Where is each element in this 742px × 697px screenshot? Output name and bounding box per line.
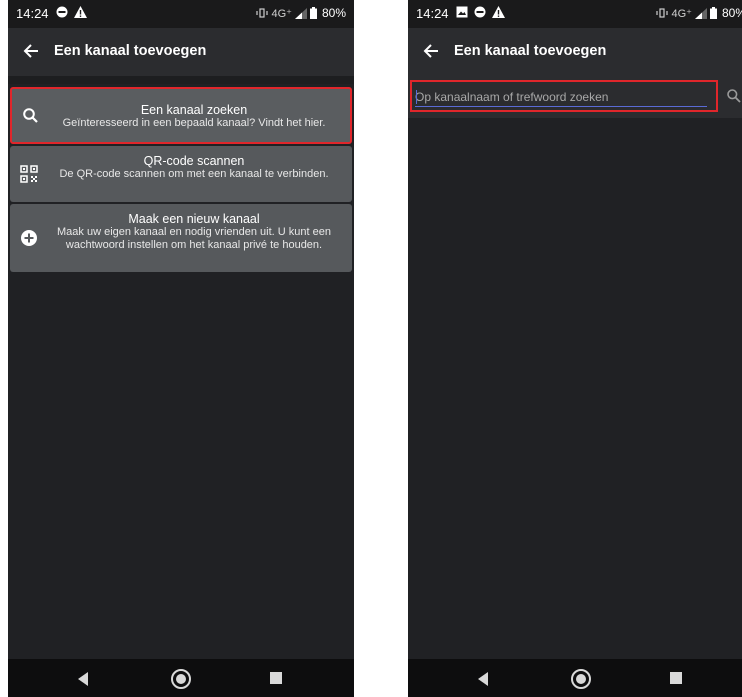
signal-icon (294, 7, 307, 19)
network-type: 4G⁺ (271, 7, 292, 20)
search-icon (23, 108, 38, 123)
search-input[interactable] (415, 88, 707, 107)
card-description: De QR-code scannen om met een kanaal te … (59, 168, 329, 180)
card-title: Een kanaal zoeken (140, 103, 248, 117)
vibrate-icon (656, 8, 669, 18)
page-title: Een kanaal toevoegen (454, 43, 607, 59)
status-time: 14:24 (416, 6, 449, 21)
nav-recents-icon[interactable] (270, 672, 282, 684)
network-type: 4G⁺ (671, 7, 692, 20)
battery-icon (709, 7, 717, 19)
battery-level: 80% (721, 6, 742, 20)
app-bar: Een kanaal toevoegen (8, 28, 354, 76)
system-nav-bar (8, 659, 354, 697)
warning-icon (74, 6, 87, 18)
app-bar: Een kanaal toevoegen (408, 28, 742, 76)
vibrate-icon (256, 8, 269, 18)
search-field-container (410, 80, 718, 112)
back-arrow-icon[interactable] (422, 42, 440, 60)
battery-level: 80% (321, 6, 346, 20)
status-time: 14:24 (16, 6, 49, 21)
card-title: QR-code scannen (143, 154, 245, 168)
system-nav-bar (408, 659, 742, 697)
card-description: Geïnteresseerd in een bepaald kanaal? Vi… (62, 117, 326, 129)
battery-icon (309, 7, 317, 19)
back-arrow-icon[interactable] (22, 42, 40, 60)
nav-back-icon[interactable] (478, 672, 488, 686)
phone-screen-left: 14:24 4G⁺ 80% Een kanaal toevoegen Een k… (8, 0, 354, 697)
image-notification-icon (456, 6, 468, 18)
text-cursor (416, 90, 417, 104)
card-title: Maak een nieuw kanaal (128, 212, 260, 226)
search-channel-card[interactable]: Een kanaal zoeken Geïnteresseerd in een … (10, 87, 352, 144)
do-not-disturb-icon (56, 6, 68, 18)
create-channel-card[interactable]: Maak een nieuw kanaal Maak uw eigen kana… (10, 204, 352, 272)
nav-home-icon[interactable] (571, 669, 591, 689)
status-bar: 14:24 4G⁺ 80% (8, 0, 354, 28)
card-description: Maak uw eigen kanaal en nodig vrienden u… (57, 226, 331, 251)
status-bar: 14:24 4G⁺ 80% (408, 0, 742, 28)
page-title: Een kanaal toevoegen (54, 43, 207, 59)
warning-icon (492, 6, 505, 18)
nav-recents-icon[interactable] (670, 672, 682, 684)
nav-back-icon[interactable] (78, 672, 88, 686)
divider (8, 76, 354, 84)
nav-home-icon[interactable] (171, 669, 191, 689)
scan-qr-card[interactable]: QR-code scannen De QR-code scannen om me… (10, 146, 352, 202)
do-not-disturb-icon (474, 6, 486, 18)
add-circle-icon (21, 230, 37, 246)
search-icon[interactable] (726, 88, 742, 104)
qr-code-icon (20, 165, 38, 183)
signal-icon (694, 7, 707, 19)
phone-screen-right: 14:24 4G⁺ 80% Een kanaal toevoegen (408, 0, 742, 697)
